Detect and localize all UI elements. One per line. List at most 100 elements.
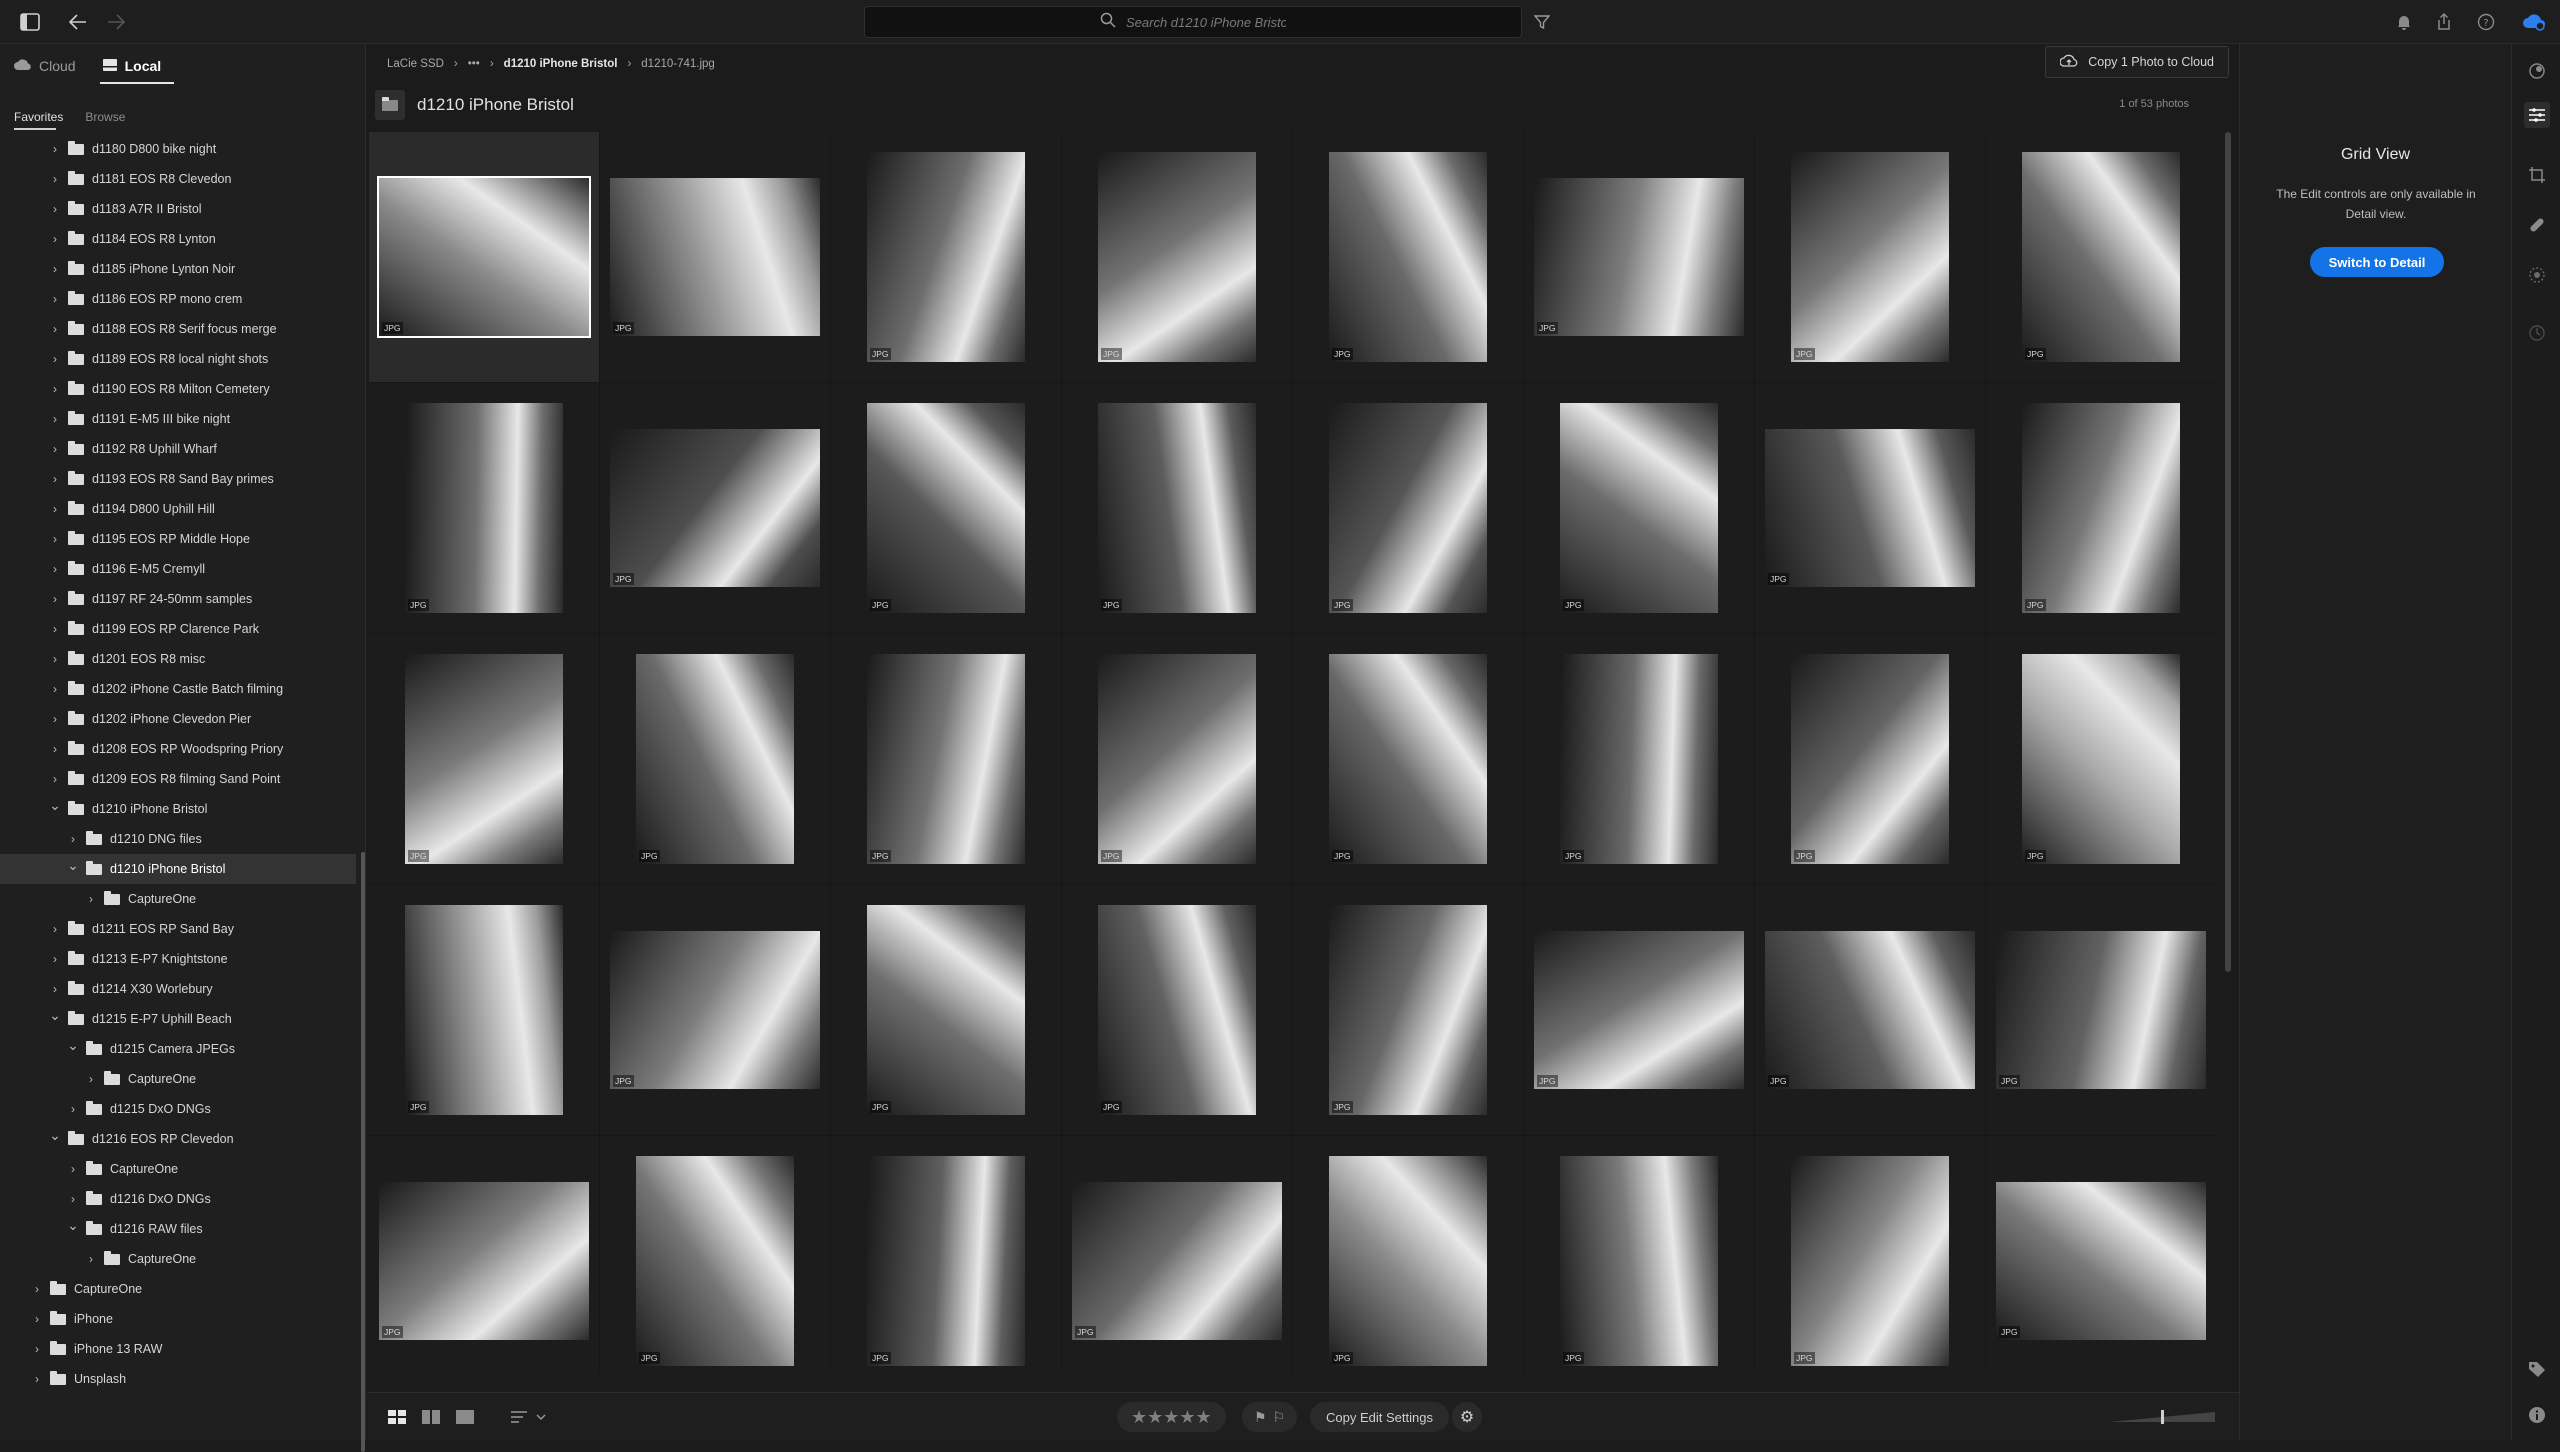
star-rating[interactable]: ★★★★★ <box>1117 1402 1226 1432</box>
chevron-right-icon[interactable]: › <box>48 982 62 996</box>
sidebar-item-folder[interactable]: › d1215 DxO DNGs <box>0 1094 356 1124</box>
notifications-bell-icon[interactable] <box>2388 6 2420 38</box>
sidebar-item-folder[interactable]: › d1181 EOS R8 Clevedon <box>0 164 356 194</box>
photo-thumbnail[interactable]: JPG <box>636 654 794 864</box>
keyword-tag-icon[interactable] <box>2524 1356 2550 1382</box>
photo-grid-cell[interactable]: JPG <box>1293 132 1524 383</box>
sidebar-item-folder[interactable]: › iPhone <box>0 1304 356 1334</box>
photo-grid-cell[interactable]: JPG <box>369 885 600 1136</box>
sidebar-item-folder[interactable]: › d1186 EOS RP mono crem <box>0 284 356 314</box>
reject-flag-icon[interactable]: ⚐ <box>1273 1409 1286 1426</box>
photo-grid-cell[interactable]: JPG <box>600 1136 831 1372</box>
chevron-right-icon[interactable]: › <box>30 1282 44 1296</box>
chevron-right-icon[interactable]: › <box>66 1162 80 1176</box>
sidebar-item-folder[interactable]: › d1216 DxO DNGs <box>0 1184 356 1214</box>
photo-grid-cell[interactable]: JPG <box>1293 383 1524 634</box>
sidebar-item-folder[interactable]: ⌄ d1210 iPhone Bristol <box>0 794 356 824</box>
photo-thumbnail[interactable]: JPG <box>2022 654 2180 864</box>
photo-grid-cell[interactable]: JPG <box>1062 885 1293 1136</box>
chevron-down-icon[interactable]: ⌄ <box>66 857 80 874</box>
chevron-right-icon[interactable]: › <box>48 532 62 546</box>
photo-grid-cell[interactable]: JPG <box>369 132 600 383</box>
photo-thumbnail[interactable]: JPG <box>1098 403 1256 613</box>
photo-thumbnail[interactable]: JPG <box>1996 931 2206 1089</box>
photo-thumbnail[interactable]: JPG <box>1560 403 1718 613</box>
photo-grid-cell[interactable]: JPG <box>831 383 1062 634</box>
photo-grid-cell[interactable]: JPG <box>1062 634 1293 885</box>
sidebar-toggle-icon[interactable] <box>14 6 46 38</box>
forward-arrow-icon[interactable] <box>100 6 132 38</box>
chevron-right-icon[interactable]: › <box>48 412 62 426</box>
sidebar-item-folder[interactable]: › CaptureOne <box>0 884 356 914</box>
search-bar[interactable] <box>864 6 1522 38</box>
crop-icon[interactable] <box>2524 162 2550 188</box>
photo-grid-cell[interactable]: JPG <box>1293 885 1524 1136</box>
chevron-right-icon[interactable]: › <box>48 202 62 216</box>
sidebar-item-folder[interactable]: ⌄ d1215 Camera JPEGs <box>0 1034 356 1064</box>
photo-thumbnail[interactable]: JPG <box>405 403 563 613</box>
photo-grid-cell[interactable]: JPG <box>369 634 600 885</box>
sidebar-item-folder[interactable]: › d1197 RF 24-50mm samples <box>0 584 356 614</box>
chevron-right-icon[interactable]: › <box>30 1372 44 1386</box>
sidebar-item-folder[interactable]: ⌄ d1216 RAW files <box>0 1214 356 1244</box>
sidebar-item-folder[interactable]: ⌄ d1210 iPhone Bristol <box>0 854 356 884</box>
photo-grid-cell[interactable]: JPG <box>1524 383 1755 634</box>
photo-thumbnail[interactable]: JPG <box>867 654 1025 864</box>
photo-thumbnail[interactable]: JPG <box>610 429 820 587</box>
photo-thumbnail[interactable]: JPG <box>867 1156 1025 1366</box>
photo-grid-cell[interactable]: JPG <box>600 885 831 1136</box>
breadcrumb-ellipsis[interactable]: ••• <box>468 58 480 70</box>
photo-thumbnail[interactable]: JPG <box>610 931 820 1089</box>
photo-thumbnail[interactable]: JPG <box>1791 1156 1949 1366</box>
photo-thumbnail[interactable]: JPG <box>1534 931 1744 1089</box>
photo-grid-cell[interactable]: JPG <box>600 383 831 634</box>
photo-thumbnail[interactable]: JPG <box>1098 905 1256 1115</box>
photo-grid-cell[interactable]: JPG <box>1062 1136 1293 1372</box>
photo-grid-cell[interactable]: JPG <box>1293 1136 1524 1372</box>
chevron-down-icon[interactable] <box>535 1407 549 1427</box>
sidebar-item-folder[interactable]: › iPhone 13 RAW <box>0 1334 356 1364</box>
photo-grid-cell[interactable]: JPG <box>831 885 1062 1136</box>
sort-icon[interactable] <box>509 1407 529 1427</box>
chevron-right-icon[interactable]: › <box>84 892 98 906</box>
versions-history-icon[interactable] <box>2524 320 2550 346</box>
photo-thumbnail[interactable]: JPG <box>1329 654 1487 864</box>
sidebar-item-folder[interactable]: › Unsplash <box>0 1364 356 1394</box>
photo-thumbnail[interactable]: JPG <box>1329 403 1487 613</box>
filter-icon[interactable] <box>1526 6 1558 38</box>
photo-grid-cell[interactable]: JPG <box>1524 634 1755 885</box>
photo-grid-cell[interactable]: JPG <box>1986 1136 2215 1372</box>
photo-thumbnail[interactable]: JPG <box>1996 1182 2206 1340</box>
switch-to-detail-button[interactable]: Switch to Detail <box>2310 247 2444 277</box>
chevron-right-icon[interactable]: › <box>48 592 62 606</box>
sidebar-item-folder[interactable]: › d1201 EOS R8 misc <box>0 644 356 674</box>
gear-icon[interactable]: ⚙ <box>1452 1402 1482 1432</box>
share-icon[interactable] <box>2428 6 2460 38</box>
sidebar-item-folder[interactable]: › CaptureOne <box>0 1244 356 1274</box>
photo-grid-cell[interactable]: JPG <box>600 132 831 383</box>
sidebar-scrollbar[interactable] <box>361 852 365 1452</box>
sidebar-item-folder[interactable]: › d1184 EOS R8 Lynton <box>0 224 356 254</box>
back-arrow-icon[interactable] <box>62 6 94 38</box>
photo-thumbnail[interactable]: JPG <box>405 905 563 1115</box>
photo-thumbnail[interactable]: JPG <box>405 654 563 864</box>
cloud-sync-icon[interactable] <box>2518 6 2550 38</box>
photo-thumbnail[interactable]: JPG <box>636 1156 794 1366</box>
thumbnail-size-slider[interactable] <box>2107 1409 2217 1425</box>
healing-brush-icon[interactable] <box>2524 212 2550 238</box>
breadcrumb-root[interactable]: LaCie SSD <box>387 58 444 70</box>
photo-thumbnail[interactable]: JPG <box>1791 152 1949 362</box>
photo-grid-cell[interactable]: JPG <box>1755 885 1986 1136</box>
chevron-right-icon[interactable]: › <box>48 262 62 276</box>
chevron-right-icon[interactable]: › <box>30 1312 44 1326</box>
rating-stars[interactable]: ★★★★★ <box>1131 1407 1212 1428</box>
presets-icon[interactable] <box>2524 58 2550 84</box>
tab-local[interactable]: Local <box>102 52 161 80</box>
photo-grid-cell[interactable]: JPG <box>1293 634 1524 885</box>
chevron-right-icon[interactable]: › <box>48 502 62 516</box>
tab-browse[interactable]: Browse <box>85 110 125 124</box>
tab-favorites[interactable]: Favorites <box>14 110 63 124</box>
photo-grid-cell[interactable]: JPG <box>831 1136 1062 1372</box>
photo-thumbnail[interactable]: JPG <box>1329 1156 1487 1366</box>
photo-thumbnail[interactable]: JPG <box>2022 403 2180 613</box>
